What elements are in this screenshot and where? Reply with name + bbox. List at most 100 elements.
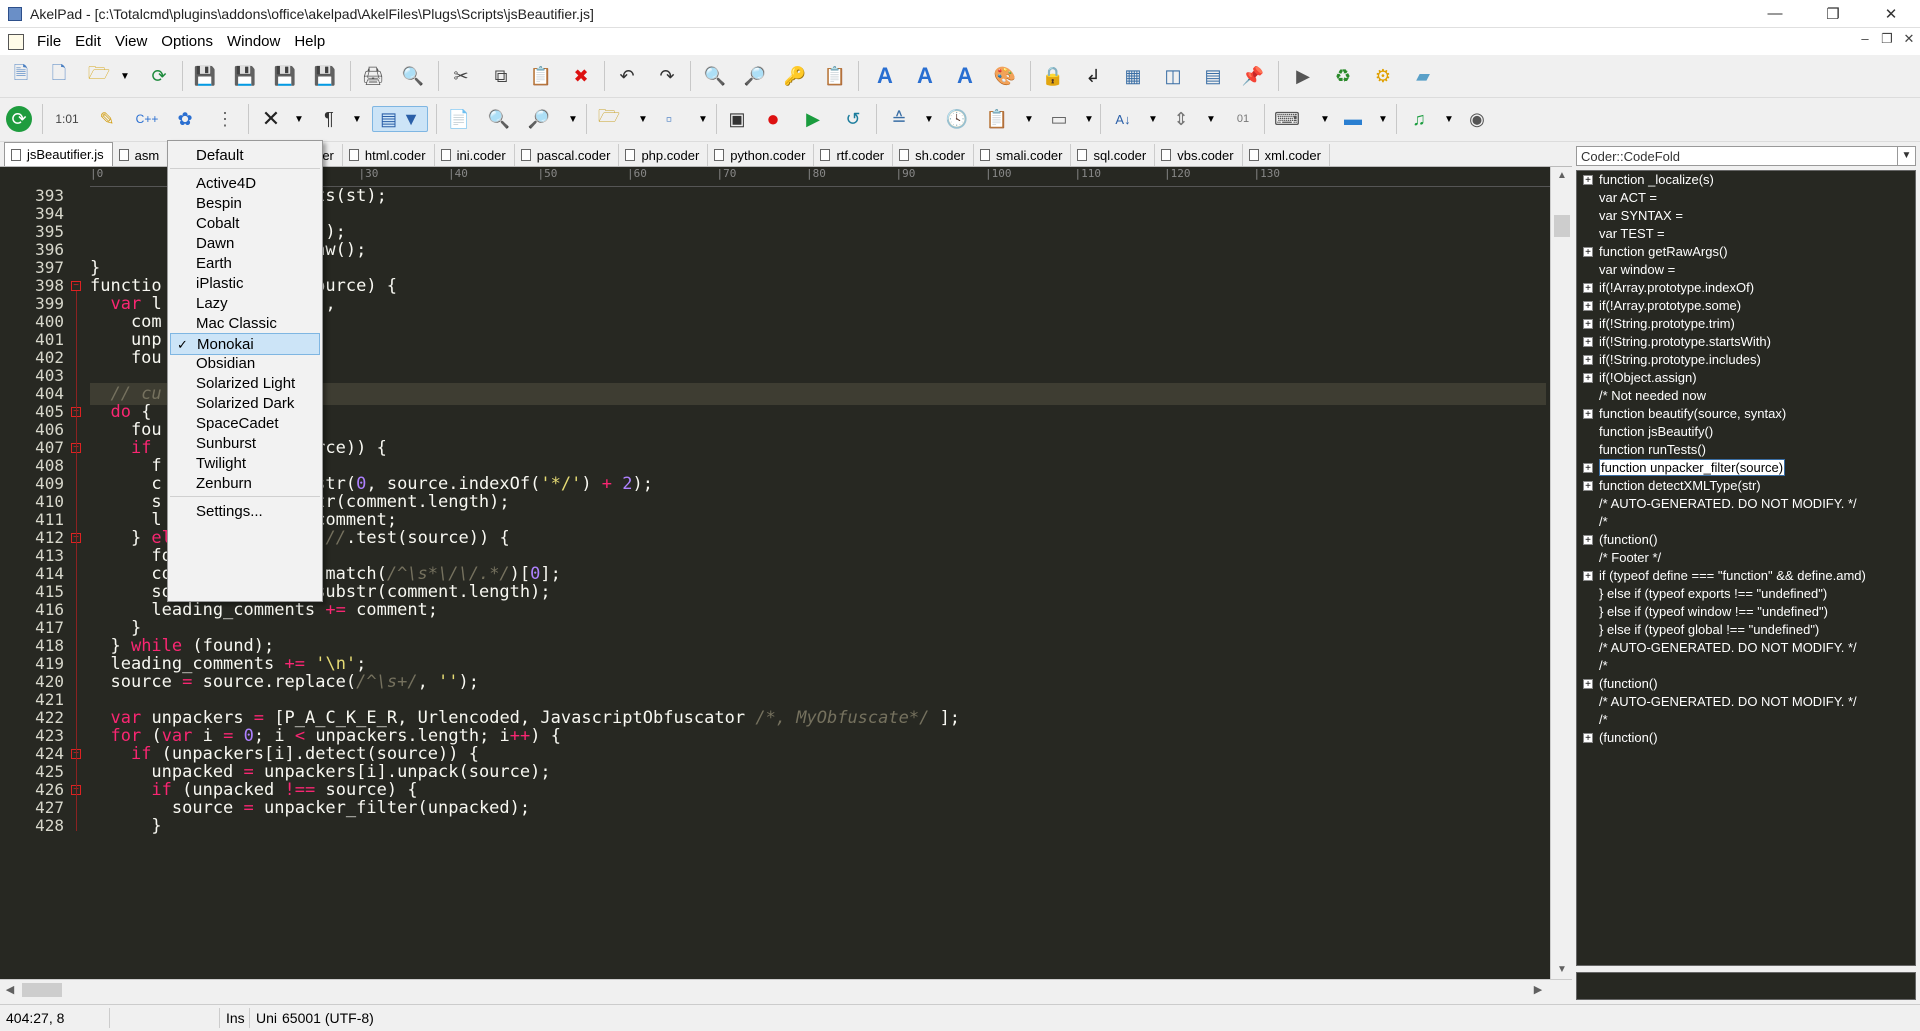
tree-node[interactable]: /* Footer */: [1577, 549, 1915, 567]
theme-item-zenburn[interactable]: Zenburn: [170, 473, 320, 495]
tab-python-coder[interactable]: python.coder: [708, 144, 815, 166]
search-doc-icon[interactable]: 🔍: [486, 106, 512, 132]
tree-node[interactable]: function runTests(): [1577, 441, 1915, 459]
move-lines-icon[interactable]: ⇕: [1168, 106, 1194, 132]
tree-node[interactable]: + if(!Object.assign): [1577, 369, 1915, 387]
tree-node[interactable]: + if(!String.prototype.includes): [1577, 351, 1915, 369]
clock-icon[interactable]: 🕓: [944, 106, 970, 132]
highlight-pen-icon[interactable]: ✎: [94, 106, 120, 132]
theme-item-monokai[interactable]: ✓ Monokai: [170, 333, 320, 355]
theme-selector-button[interactable]: ▤ ▼: [372, 106, 428, 132]
print-icon[interactable]: 🖨: [360, 63, 386, 89]
theme-item-default[interactable]: Default: [170, 145, 320, 167]
word-wrap-icon[interactable]: ↲: [1080, 63, 1106, 89]
paste-special-icon[interactable]: 📋: [984, 106, 1010, 132]
folder-dropdown-icon[interactable]: ▼: [630, 106, 656, 132]
close-dropdown-icon[interactable]: ▼: [286, 106, 312, 132]
tree-node[interactable]: } else if (typeof global !== "undefined"…: [1577, 621, 1915, 639]
scroll-left-icon[interactable]: ◀: [0, 980, 20, 1000]
page-dropdown-icon[interactable]: ▼: [1076, 106, 1102, 132]
hex-icon[interactable]: 01: [1230, 106, 1256, 132]
syntax-theme-icon[interactable]: ✿: [172, 106, 198, 132]
expand-plus-icon[interactable]: +: [1583, 679, 1593, 690]
tab-rtf-coder[interactable]: rtf.coder: [814, 144, 894, 166]
tree-node[interactable]: /* AUTO-GENERATED. DO NOT MODIFY. */: [1577, 693, 1915, 711]
code-line[interactable]: source = source.replace(/^\s+/, '');: [90, 671, 479, 693]
zoom-icon[interactable]: 🔎: [526, 106, 552, 132]
replace-icon[interactable]: 🔎: [742, 63, 768, 89]
vertical-scroll-thumb[interactable]: [1554, 215, 1570, 237]
menu-options[interactable]: Options: [154, 33, 220, 50]
menu-view[interactable]: View: [108, 33, 154, 50]
mdi-minimize-icon[interactable]: –: [1854, 31, 1876, 47]
new-window-icon[interactable]: 🗋: [46, 63, 72, 89]
tree-node[interactable]: /*: [1577, 711, 1915, 729]
tab-pascal-coder[interactable]: pascal.coder: [515, 144, 620, 166]
scroll-right-icon[interactable]: ▶: [1528, 980, 1548, 1000]
document-list-icon[interactable]: 📄: [446, 106, 472, 132]
print-preview-icon[interactable]: 🔍: [400, 63, 426, 89]
expand-plus-icon[interactable]: +: [1583, 283, 1593, 294]
clipboard-icon[interactable]: 📋: [822, 63, 848, 89]
scroll-up-icon[interactable]: ▲: [1551, 167, 1572, 185]
theme-item-settings[interactable]: Settings...: [170, 501, 320, 523]
window-dropdown-icon[interactable]: ▼: [690, 106, 716, 132]
tree-node[interactable]: + function getRawArgs(): [1577, 243, 1915, 261]
code-fold-icon[interactable]: ⋮: [212, 106, 238, 132]
expand-plus-icon[interactable]: +: [1583, 247, 1593, 258]
sort-az-icon[interactable]: A↓: [1110, 106, 1136, 132]
vertical-scrollbar[interactable]: ▲ ▼: [1550, 167, 1572, 979]
reopen-icon[interactable]: ⟳: [146, 63, 172, 89]
mdi-close-icon[interactable]: ✕: [1898, 31, 1920, 47]
minimize-icon[interactable]: —: [1746, 0, 1804, 28]
macro-play-icon[interactable]: ▶: [800, 106, 826, 132]
code-line[interactable]: fou: [90, 347, 162, 369]
cpp-icon[interactable]: C++: [134, 106, 160, 132]
move-dropdown-icon[interactable]: ▼: [1198, 106, 1224, 132]
pilcrow-dropdown-icon[interactable]: ▼: [344, 106, 370, 132]
theme-item-mac-classic[interactable]: Mac Classic: [170, 313, 320, 335]
expand-plus-icon[interactable]: +: [1583, 337, 1593, 348]
open-folder-icon[interactable]: 🗁: [86, 63, 112, 89]
theme-item-lazy[interactable]: Lazy: [170, 293, 320, 315]
find-icon[interactable]: 🔍: [702, 63, 728, 89]
script-console-icon[interactable]: ⟳: [6, 106, 32, 132]
expand-plus-icon[interactable]: +: [1583, 355, 1593, 366]
color-icon[interactable]: 🎨: [992, 63, 1018, 89]
expand-plus-icon[interactable]: +: [1583, 463, 1593, 474]
tree-node[interactable]: + (function(): [1577, 729, 1915, 747]
save-all-icon[interactable]: 💾: [272, 63, 298, 89]
save-icon[interactable]: 💾: [192, 63, 218, 89]
tab-php-coder[interactable]: php.coder: [619, 144, 709, 166]
expand-plus-icon[interactable]: +: [1583, 175, 1593, 186]
theme-item-earth[interactable]: Earth: [170, 253, 320, 275]
read-only-lock-icon[interactable]: 🔒: [1040, 63, 1066, 89]
font-decrease-icon[interactable]: A: [952, 63, 978, 89]
expand-plus-icon[interactable]: +: [1583, 571, 1593, 582]
tab-asm[interactable]: asm: [113, 144, 169, 166]
pilcrow-icon[interactable]: ¶: [316, 106, 342, 132]
tree-node[interactable]: var TEST =: [1577, 225, 1915, 243]
expand-plus-icon[interactable]: +: [1583, 301, 1593, 312]
new-file-icon[interactable]: 🗎: [8, 63, 34, 89]
tab-ini-coder[interactable]: ini.coder: [435, 144, 515, 166]
eraser-icon[interactable]: ▰: [1410, 63, 1436, 89]
pin-icon[interactable]: 📌: [1240, 63, 1266, 89]
monitor-dropdown-icon[interactable]: ▼: [1370, 106, 1396, 132]
restore-icon[interactable]: ❐: [1804, 0, 1862, 28]
zoom-dropdown-icon[interactable]: ▼: [560, 106, 586, 132]
paste-dropdown-icon[interactable]: ▼: [1016, 106, 1042, 132]
macro-record-icon[interactable]: ●: [760, 106, 786, 132]
expand-plus-icon[interactable]: +: [1583, 733, 1593, 744]
theme-item-spacecadet[interactable]: SpaceCadet: [170, 413, 320, 435]
close-icon[interactable]: ✕: [1862, 0, 1920, 28]
panel-selector[interactable]: Coder::CodeFold ▼: [1576, 146, 1916, 166]
tree-node[interactable]: + if(!String.prototype.trim): [1577, 315, 1915, 333]
split-horizontal-icon[interactable]: ▤: [1200, 63, 1226, 89]
theme-item-sunburst[interactable]: Sunburst: [170, 433, 320, 455]
folder-search-icon[interactable]: 🗁: [596, 106, 622, 132]
menu-help[interactable]: Help: [287, 33, 332, 50]
tree-node[interactable]: /* AUTO-GENERATED. DO NOT MODIFY. */: [1577, 639, 1915, 657]
window-list-icon[interactable]: ▫: [656, 106, 682, 132]
sort-dropdown-icon[interactable]: ▼: [1140, 106, 1166, 132]
